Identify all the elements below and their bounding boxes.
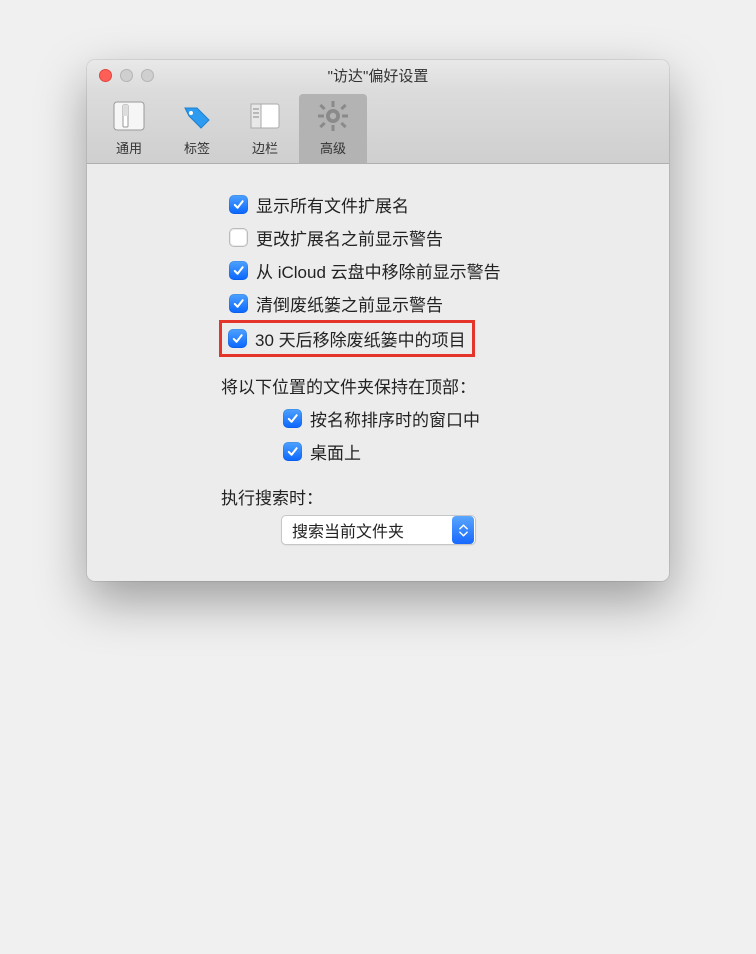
checkbox-show-extensions[interactable] <box>229 195 248 214</box>
checkbox-warn-trash[interactable] <box>229 294 248 313</box>
tab-advanced[interactable]: 高级 <box>299 94 367 163</box>
tab-label: 边栏 <box>252 138 278 157</box>
tab-sidebar[interactable]: 边栏 <box>231 94 299 163</box>
window-title: "访达"偏好设置 <box>97 65 659 86</box>
preferences-window: "访达"偏好设置 通用 标签 边栏 高级 <box>87 60 669 581</box>
checkbox-label: 从 iCloud 云盘中移除前显示警告 <box>256 258 501 283</box>
select-value: 搜索当前文件夹 <box>292 518 452 542</box>
checkbox-warn-change-ext-row: 更改扩展名之前显示警告 <box>229 221 645 254</box>
checkbox-label: 显示所有文件扩展名 <box>256 192 409 217</box>
gear-icon <box>315 98 351 134</box>
chevron-updown-icon <box>452 516 474 544</box>
tab-label: 高级 <box>320 138 346 157</box>
checkbox-label: 按名称排序时的窗口中 <box>310 406 480 431</box>
checkbox-remove-30days[interactable] <box>228 329 247 348</box>
checkbox-folders-desktop-row: 桌面上 <box>283 435 645 468</box>
checkbox-folders-windows[interactable] <box>283 409 302 428</box>
checkbox-folders-windows-row: 按名称排序时的窗口中 <box>283 402 645 435</box>
search-heading: 执行搜索时： <box>221 484 645 509</box>
checkbox-warn-trash-row: 清倒废纸篓之前显示警告 <box>229 287 645 320</box>
search-scope-select[interactable]: 搜索当前文件夹 <box>281 515 476 545</box>
tab-tags[interactable]: 标签 <box>163 94 231 163</box>
folders-top-heading: 将以下位置的文件夹保持在顶部： <box>221 373 645 398</box>
zoom-button[interactable] <box>141 69 154 82</box>
tab-label: 标签 <box>184 138 210 157</box>
sidebar-icon <box>247 98 283 134</box>
toolbar: 通用 标签 边栏 高级 <box>87 90 669 164</box>
content-area: 显示所有文件扩展名 更改扩展名之前显示警告 从 iCloud 云盘中移除前显示警… <box>87 164 669 581</box>
checkbox-show-extensions-row: 显示所有文件扩展名 <box>229 188 645 221</box>
tag-icon <box>179 98 215 134</box>
checkbox-warn-change-ext[interactable] <box>229 228 248 247</box>
tab-label: 通用 <box>116 138 142 157</box>
checkbox-warn-icloud-row: 从 iCloud 云盘中移除前显示警告 <box>229 254 645 287</box>
close-button[interactable] <box>99 69 112 82</box>
checkbox-label: 清倒废纸篓之前显示警告 <box>256 291 443 316</box>
search-select-wrap: 搜索当前文件夹 <box>281 515 645 545</box>
checkbox-warn-icloud[interactable] <box>229 261 248 280</box>
traffic-lights <box>99 69 154 82</box>
checkbox-label: 桌面上 <box>310 439 361 464</box>
minimize-button[interactable] <box>120 69 133 82</box>
switch-icon <box>111 98 147 134</box>
checkbox-label: 30 天后移除废纸篓中的项目 <box>255 326 466 351</box>
checkbox-folders-desktop[interactable] <box>283 442 302 461</box>
checkbox-label: 更改扩展名之前显示警告 <box>256 225 443 250</box>
titlebar: "访达"偏好设置 <box>87 60 669 90</box>
tab-general[interactable]: 通用 <box>95 94 163 163</box>
highlighted-option: 30 天后移除废纸篓中的项目 <box>219 320 475 357</box>
